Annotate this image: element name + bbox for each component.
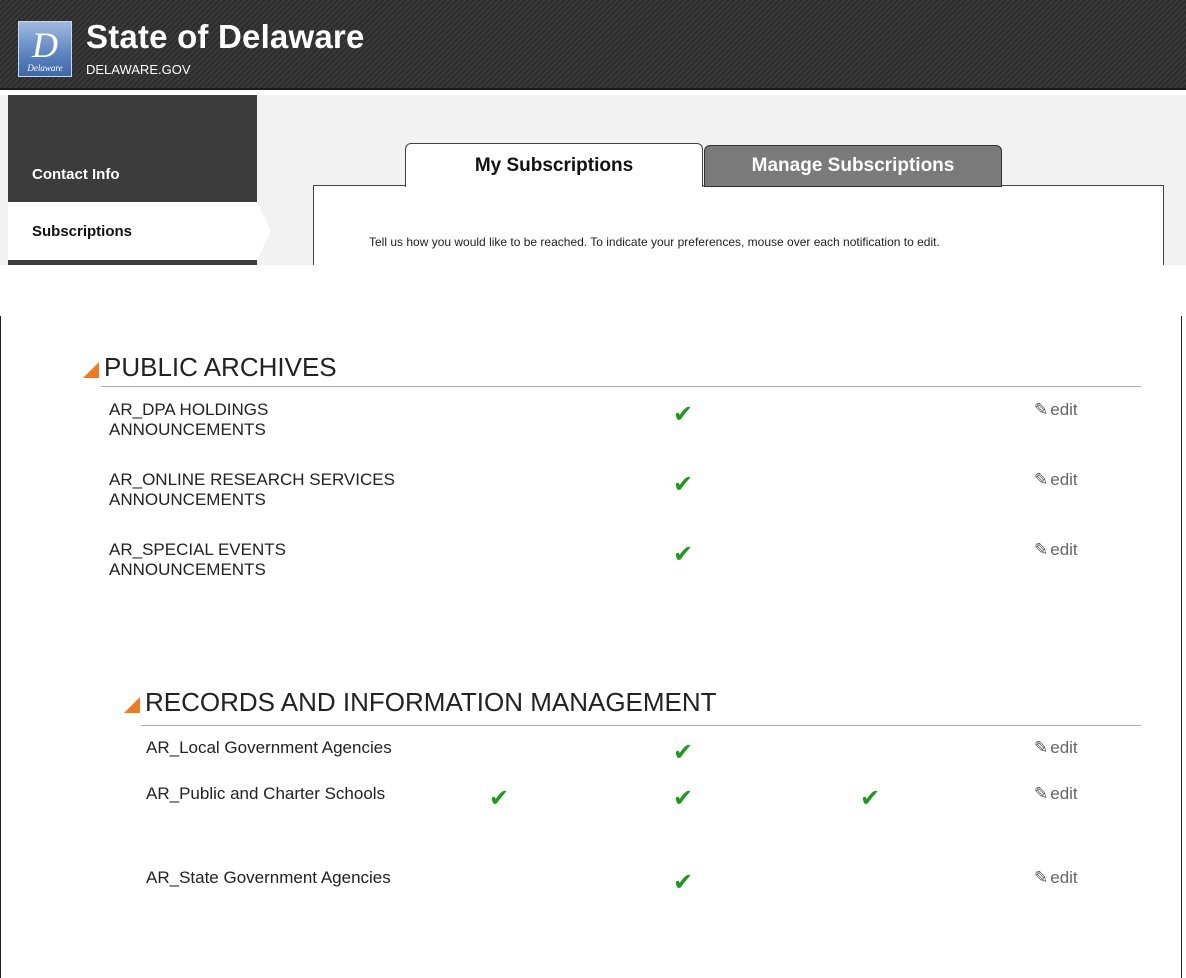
content-box (313, 185, 1164, 265)
subscription-name: AR_ONLINE RESEARCH SERVICES ANNOUNCEMENT… (109, 470, 395, 509)
check-icon: ✔ (673, 738, 694, 766)
sidebar-item-contact-info[interactable]: Contact Info (8, 145, 257, 203)
site-title[interactable]: State of Delaware (86, 18, 365, 56)
check-icon: ✔ (673, 784, 694, 812)
edit-link[interactable]: ✎ edit (1034, 470, 1078, 490)
check-icon: ✔ (673, 540, 694, 568)
edit-label: edit (1050, 784, 1078, 803)
check-icon: ✔ (673, 400, 694, 428)
pencil-icon: ✎ (1034, 868, 1049, 888)
collapse-triangle-icon[interactable] (83, 362, 99, 378)
sidebar: Contact Info Subscriptions (8, 95, 271, 265)
pencil-icon: ✎ (1034, 470, 1049, 490)
top-region: Contact Info Subscriptions My Subscripti… (0, 95, 1186, 265)
subscriptions-panel: PUBLIC ARCHIVES AR_DPA HOLDINGS ANNOUNCE… (0, 316, 1182, 978)
edit-link[interactable]: ✎ edit (1034, 738, 1078, 758)
check-icon: ✔ (489, 784, 510, 812)
edit-label: edit (1050, 470, 1078, 489)
check-icon: ✔ (860, 784, 881, 812)
collapse-triangle-icon[interactable] (124, 697, 140, 713)
pencil-icon: ✎ (1034, 400, 1049, 420)
section-title: RECORDS AND INFORMATION MANAGEMENT (145, 687, 717, 717)
subscription-name: AR_State Government Agencies (146, 868, 391, 887)
sidebar-item-label: Contact Info (32, 165, 120, 183)
tab-label: Manage Subscriptions (751, 155, 955, 176)
edit-label: edit (1050, 540, 1078, 559)
edit-link[interactable]: ✎ edit (1034, 400, 1078, 420)
subscription-name: AR_Local Government Agencies (146, 738, 392, 757)
edit-label: edit (1050, 400, 1078, 419)
tab-my-subscriptions[interactable]: My Subscriptions (405, 143, 703, 187)
pencil-icon: ✎ (1034, 540, 1049, 560)
section-title: PUBLIC ARCHIVES (104, 352, 337, 382)
instruction-text: Tell us how you would like to be reached… (369, 235, 940, 249)
sidebar-item-subscriptions[interactable]: Subscriptions (8, 202, 257, 260)
active-pointer-icon (257, 202, 271, 260)
edit-link[interactable]: ✎ edit (1034, 868, 1078, 888)
site-subtitle[interactable]: DELAWARE.GOV (86, 62, 191, 77)
edit-link[interactable]: ✎ edit (1034, 540, 1078, 560)
edit-label: edit (1050, 868, 1078, 887)
delaware-logo[interactable]: D Delaware (18, 21, 72, 77)
logo-monogram: D (32, 25, 58, 65)
subscription-name: AR_SPECIAL EVENTS ANNOUNCEMENTS (109, 540, 286, 579)
check-icon: ✔ (673, 868, 694, 896)
edit-label: edit (1050, 738, 1078, 757)
tab-label: My Subscriptions (474, 154, 634, 176)
subscription-name: AR_Public and Charter Schools (146, 784, 386, 803)
site-header: D Delaware State of Delaware DELAWARE.GO… (0, 0, 1186, 90)
section-header-public-archives[interactable]: PUBLIC ARCHIVES (83, 352, 337, 383)
logo-wordmark: Delaware (27, 63, 63, 73)
sidebar-item-label: Subscriptions (32, 222, 133, 240)
pencil-icon: ✎ (1034, 738, 1049, 758)
edit-link[interactable]: ✎ edit (1034, 784, 1078, 804)
pencil-icon: ✎ (1034, 784, 1049, 804)
tab-manage-subscriptions[interactable]: Manage Subscriptions (704, 145, 1002, 187)
section-divider (141, 725, 1141, 726)
check-icon: ✔ (673, 470, 694, 498)
section-header-records-management[interactable]: RECORDS AND INFORMATION MANAGEMENT (124, 687, 717, 718)
section-divider (101, 386, 1141, 387)
subscription-name: AR_DPA HOLDINGS ANNOUNCEMENTS (109, 400, 269, 439)
